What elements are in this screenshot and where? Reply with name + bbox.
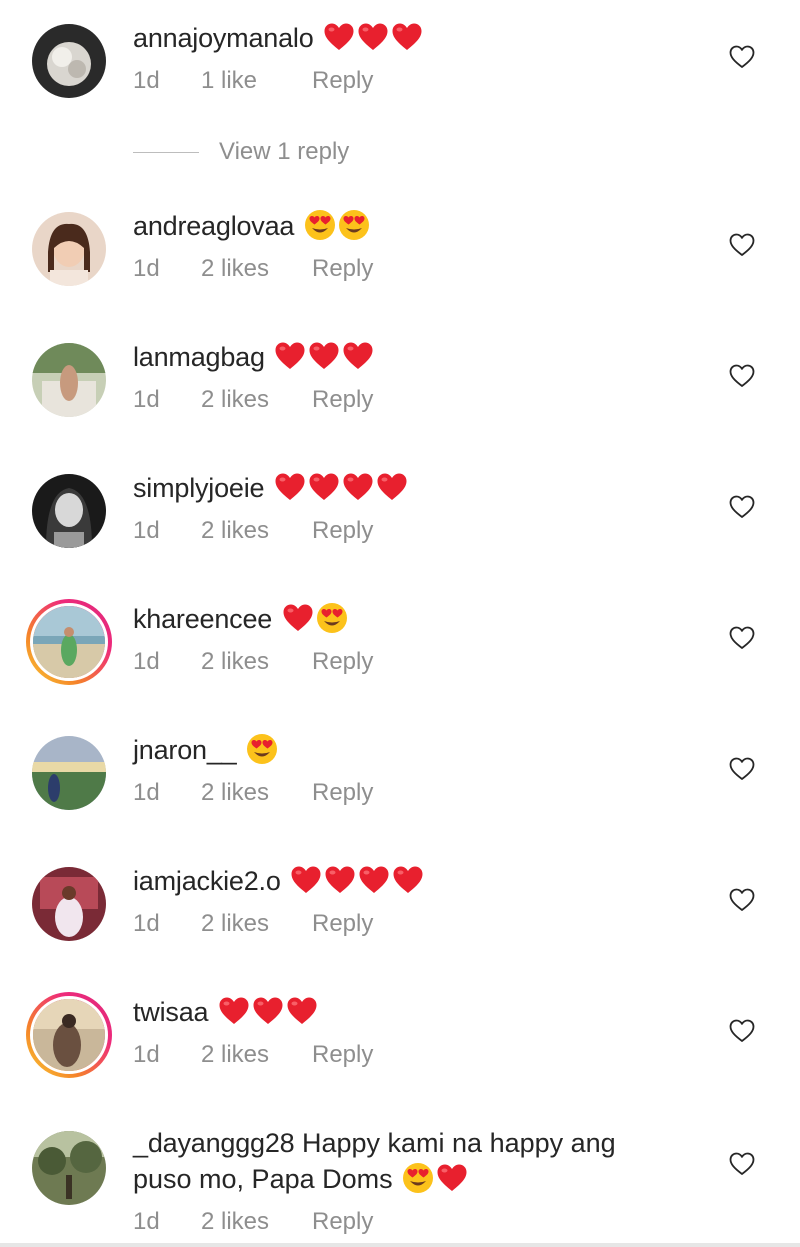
heart-emoji-icon (342, 340, 374, 372)
comment-emojis (216, 997, 318, 1027)
comment-likes[interactable]: 2 likes (201, 1040, 312, 1070)
heart-emoji-icon (308, 471, 340, 503)
comment-emojis (288, 866, 424, 896)
avatar[interactable] (32, 343, 106, 417)
heart-emoji-icon (274, 340, 306, 372)
avatar[interactable] (32, 867, 106, 941)
heart-eyes-emoji-icon (304, 209, 336, 241)
avatar[interactable] (32, 1131, 106, 1205)
comment-likes[interactable]: 2 likes (201, 1207, 312, 1237)
comment-time: 1d (133, 255, 160, 282)
comment-emojis (400, 1162, 468, 1194)
heart-emoji-icon (252, 995, 284, 1027)
avatar[interactable] (32, 736, 106, 810)
reply-button[interactable]: Reply (312, 647, 373, 677)
heart-eyes-emoji-icon (338, 209, 370, 241)
comment-time: 1d (133, 386, 160, 413)
comment-likes[interactable]: 2 likes (201, 385, 312, 415)
comment-time: 1d (133, 779, 160, 806)
comment-emojis (302, 209, 370, 241)
comment-time: 1d (133, 517, 160, 544)
heart-outline-icon[interactable] (729, 233, 755, 257)
comment-emojis (244, 733, 278, 765)
comment-username[interactable]: twisaa (133, 997, 209, 1027)
heart-outline-icon[interactable] (729, 364, 755, 388)
comments-list: annajoymanalo 1d 1 like Reply View 1 reply… (0, 0, 800, 1247)
comment-likes[interactable]: 2 likes (201, 778, 312, 808)
comment-time: 1d (133, 1208, 160, 1235)
heart-emoji-icon (436, 1162, 468, 1194)
heart-emoji-icon (342, 471, 374, 503)
reply-button[interactable]: Reply (312, 385, 373, 415)
heart-emoji-icon (282, 602, 314, 634)
heart-outline-icon[interactable] (729, 626, 755, 650)
heart-emoji-icon (274, 471, 306, 503)
comment-likes[interactable]: 2 likes (201, 647, 312, 677)
comment-likes[interactable]: 2 likes (201, 254, 312, 284)
heart-outline-icon[interactable] (729, 1152, 755, 1176)
avatar[interactable] (32, 24, 106, 98)
bottom-divider (0, 1243, 800, 1247)
comment-username[interactable]: jnaron__ (133, 735, 237, 765)
view-replies-button[interactable]: View 1 reply (133, 138, 349, 168)
comment-time: 1d (133, 1041, 160, 1068)
comment-text-cont: puso mo, Papa Doms (133, 1164, 393, 1194)
heart-emoji-icon (376, 471, 408, 503)
avatar[interactable] (26, 992, 112, 1078)
comment-likes[interactable]: 1 like (201, 66, 312, 96)
heart-outline-icon[interactable] (729, 757, 755, 781)
comment-emojis (272, 473, 408, 503)
reply-button[interactable]: Reply (312, 909, 373, 939)
comment-time: 1d (133, 648, 160, 675)
avatar[interactable] (32, 474, 106, 548)
avatar[interactable] (32, 212, 106, 286)
replies-divider (133, 152, 199, 154)
comment-username[interactable]: _dayanggg28 (133, 1128, 295, 1158)
reply-button[interactable]: Reply (312, 1207, 373, 1237)
heart-emoji-icon (391, 21, 423, 53)
comment-username[interactable]: lanmagbag (133, 342, 265, 372)
comment-username[interactable]: annajoymanalo (133, 23, 314, 53)
heart-outline-icon[interactable] (729, 888, 755, 912)
comment-username[interactable]: simplyjoeie (133, 473, 265, 503)
comment-time: 1d (133, 67, 160, 94)
comment-username[interactable]: iamjackie2.o (133, 866, 281, 896)
reply-button[interactable]: Reply (312, 1040, 373, 1070)
reply-button[interactable]: Reply (312, 66, 373, 96)
comment-emojis (321, 23, 423, 53)
reply-button[interactable]: Reply (312, 778, 373, 808)
heart-emoji-icon (286, 995, 318, 1027)
comment-emojis (280, 602, 348, 634)
reply-button[interactable]: Reply (312, 254, 373, 284)
comment-time: 1d (133, 910, 160, 937)
heart-emoji-icon (324, 864, 356, 896)
heart-emoji-icon (218, 995, 250, 1027)
heart-emoji-icon (358, 864, 390, 896)
heart-eyes-emoji-icon (246, 733, 278, 765)
avatar[interactable] (26, 599, 112, 685)
comment-username[interactable]: khareencee (133, 604, 272, 634)
heart-emoji-icon (290, 864, 322, 896)
comment-likes[interactable]: 2 likes (201, 516, 312, 546)
avatar-image (30, 996, 108, 1074)
view-replies-label: View 1 reply (219, 138, 350, 165)
comment-emojis (272, 342, 374, 372)
comment-username[interactable]: andreaglovaa (133, 211, 294, 241)
heart-emoji-icon (357, 21, 389, 53)
comment-likes[interactable]: 2 likes (201, 909, 312, 939)
heart-emoji-icon (392, 864, 424, 896)
avatar-image (30, 603, 108, 681)
heart-outline-icon[interactable] (729, 1019, 755, 1043)
heart-outline-icon[interactable] (729, 495, 755, 519)
heart-emoji-icon (308, 340, 340, 372)
heart-emoji-icon (323, 21, 355, 53)
heart-eyes-emoji-icon (402, 1162, 434, 1194)
heart-outline-icon[interactable] (729, 45, 755, 69)
comment-text: Happy kami na happy ang (301, 1128, 616, 1158)
heart-eyes-emoji-icon (316, 602, 348, 634)
reply-button[interactable]: Reply (312, 516, 373, 546)
